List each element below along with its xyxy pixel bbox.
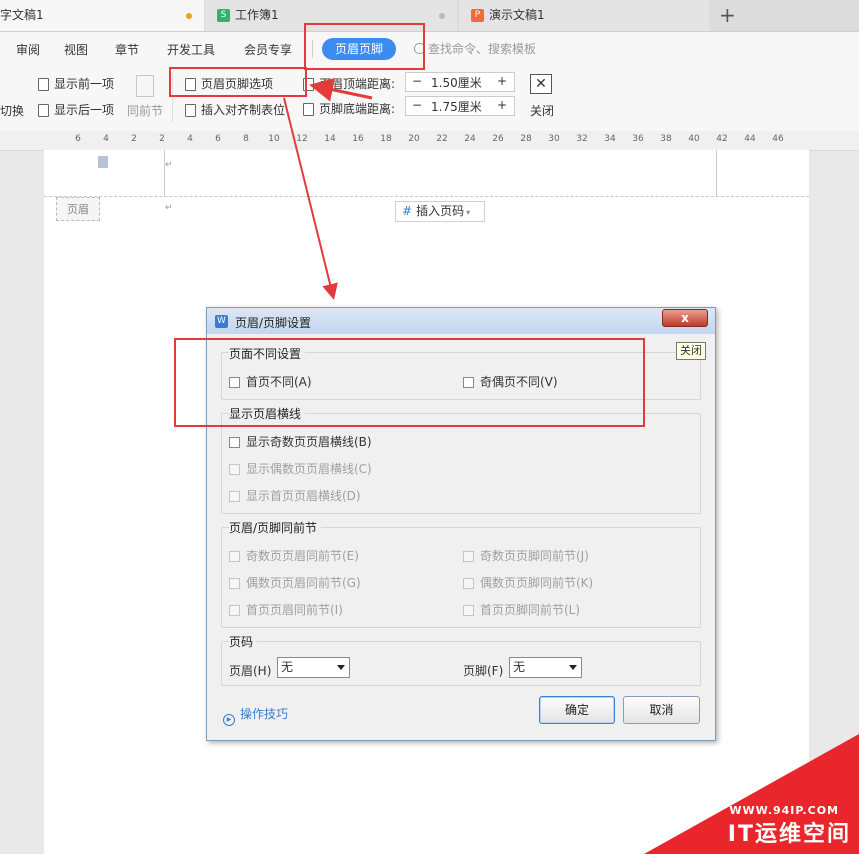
watermark-brand: IT运维空间: [727, 822, 851, 847]
annotation-arrows: [283, 77, 373, 300]
arrow-to-dialog: [283, 97, 338, 300]
arrow-to-options: [309, 77, 373, 102]
